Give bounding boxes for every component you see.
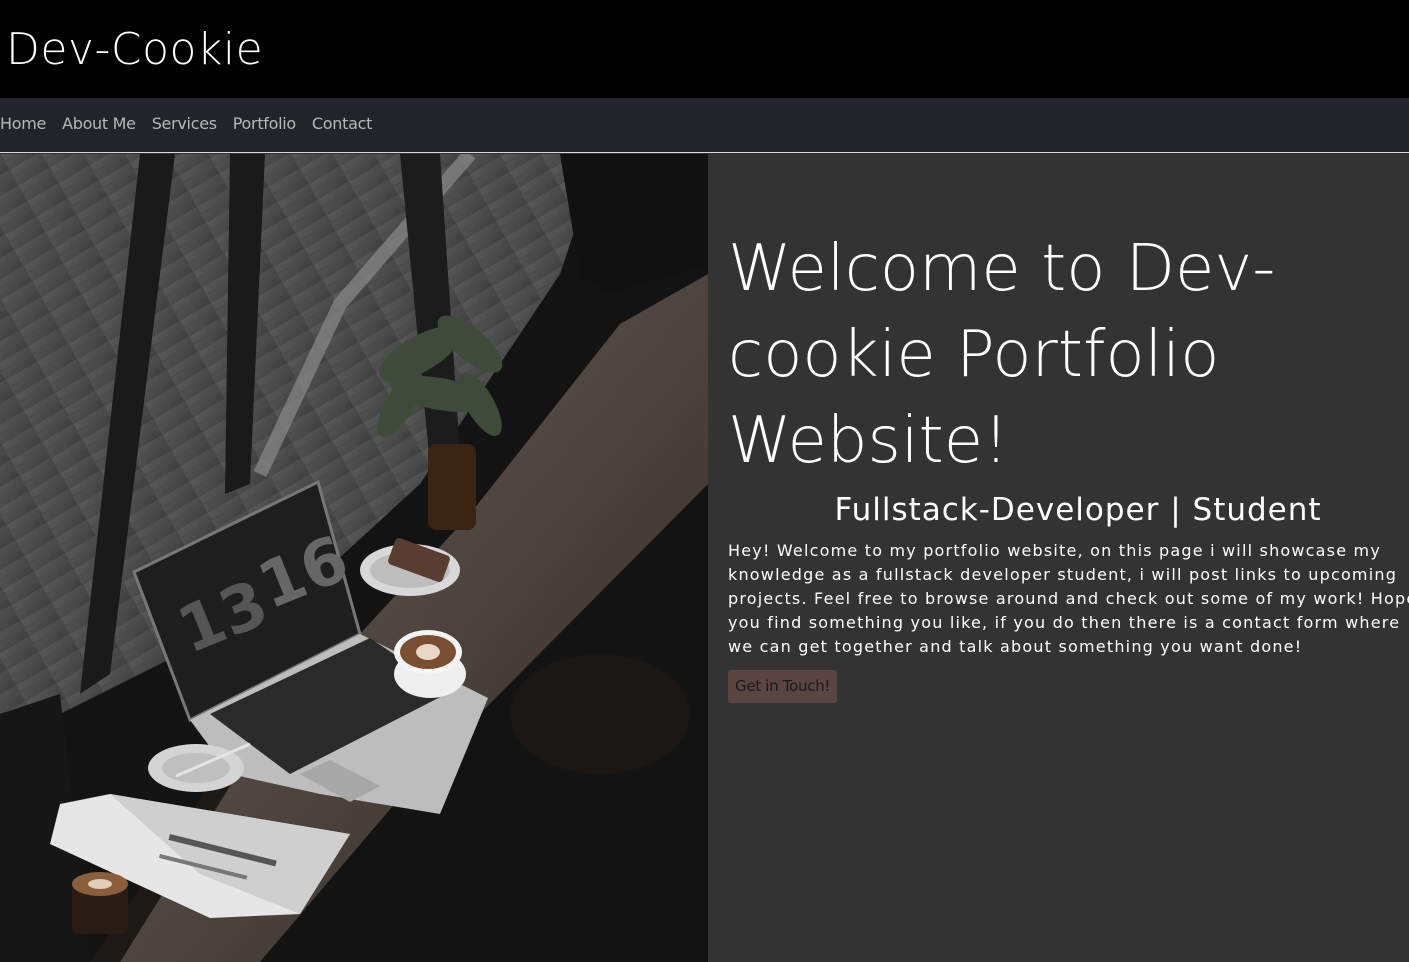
nav-link-contact[interactable]: Contact <box>312 114 372 134</box>
nav-list: Home About Me Services Portfolio Contact <box>0 114 372 134</box>
site-header: Dev-Cookie <box>0 0 1409 98</box>
get-in-touch-button[interactable]: Get in Touch! <box>728 670 838 703</box>
main-navbar: Home About Me Services Portfolio Contact <box>0 98 1409 153</box>
hero-subtitle: Fullstack-Developer | Student <box>834 492 1322 528</box>
hero-title: Welcome to Dev-cookie Portfolio Website! <box>728 232 1276 478</box>
hero-photo: 13 16 <box>0 154 708 962</box>
site-brand[interactable]: Dev-Cookie <box>6 22 263 78</box>
hero-intro-paragraph: Hey! Welcome to my portfolio website, on… <box>728 541 1409 656</box>
nav-link-services[interactable]: Services <box>152 114 217 134</box>
workspace-photo-illustration: 13 16 <box>0 154 708 962</box>
nav-link-home[interactable]: Home <box>0 114 46 134</box>
hero-content: Welcome to Dev-cookie Portfolio Website!… <box>708 154 1409 962</box>
nav-link-about-me[interactable]: About Me <box>62 114 136 134</box>
nav-link-portfolio[interactable]: Portfolio <box>233 114 296 134</box>
